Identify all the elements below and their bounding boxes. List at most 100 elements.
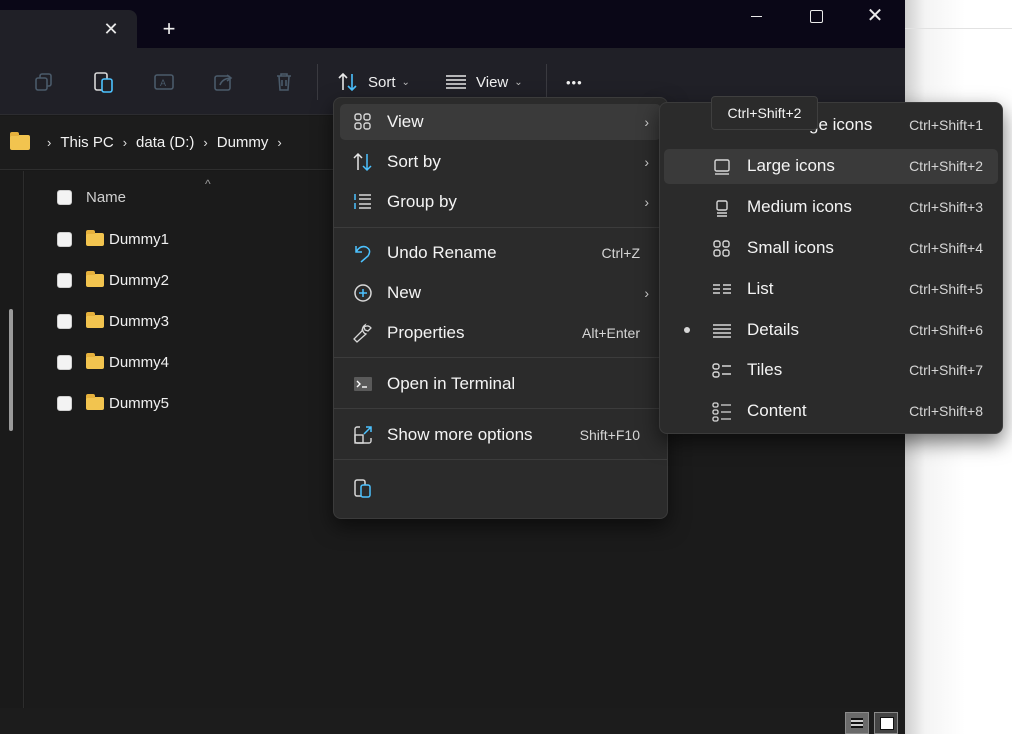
- chevron-right-icon: ›: [644, 194, 649, 210]
- select-all-checkbox[interactable]: [57, 189, 72, 205]
- column-header-label: Name: [86, 188, 127, 206]
- submenu-item-shortcut: Ctrl+Shift+5: [909, 281, 983, 297]
- menu-item-group-by[interactable]: Group by ›: [340, 184, 661, 220]
- chevron-right-icon[interactable]: ›: [203, 135, 207, 150]
- folder-icon: [10, 132, 30, 150]
- menu-item-label: Undo Rename: [387, 243, 497, 262]
- submenu-item-list[interactable]: List Ctrl+Shift+5: [664, 272, 998, 307]
- folder-icon: [86, 393, 104, 410]
- nav-scrollbar[interactable]: [9, 309, 13, 431]
- item-checkbox[interactable]: [57, 231, 72, 247]
- menu-item-shortcut: Alt+Enter: [582, 325, 640, 341]
- breadcrumb-data-drive[interactable]: data (D:): [136, 134, 194, 151]
- list-item[interactable]: Dummy1: [57, 226, 169, 252]
- new-tab-button[interactable]: +: [158, 18, 180, 40]
- new-icon: [352, 282, 374, 304]
- menu-divider: [334, 459, 667, 460]
- rename-icon: A: [152, 70, 176, 94]
- paste-icon: [92, 70, 116, 94]
- item-name: Dummy3: [109, 312, 170, 330]
- item-checkbox[interactable]: [57, 354, 72, 370]
- share-button[interactable]: [212, 68, 236, 96]
- submenu-item-shortcut: Ctrl+Shift+3: [909, 199, 983, 215]
- wrench-icon: [352, 322, 374, 344]
- menu-item-properties[interactable]: Properties Alt+Enter: [340, 315, 661, 351]
- menu-item-label: New: [387, 283, 422, 302]
- submenu-item-label: List: [747, 279, 774, 298]
- breadcrumb-this-pc[interactable]: This PC: [60, 134, 113, 151]
- menu-item-shortcut: Ctrl+Z: [601, 245, 641, 261]
- list-item[interactable]: Dummy3: [57, 308, 169, 334]
- view-button[interactable]: View ⌄: [444, 68, 523, 96]
- sort-icon: [336, 70, 360, 94]
- menu-item-sort-by[interactable]: Sort by ›: [340, 144, 661, 180]
- submenu-item-shortcut: Ctrl+Shift+6: [909, 322, 983, 338]
- title-bar: ✕ + ✕: [0, 0, 905, 48]
- submenu-item-medium-icons[interactable]: Medium icons Ctrl+Shift+3: [664, 190, 998, 225]
- rename-button[interactable]: A: [152, 68, 176, 96]
- menu-divider: [334, 227, 667, 228]
- close-button[interactable]: ✕: [855, 4, 895, 28]
- menu-item-new[interactable]: New ›: [340, 275, 661, 311]
- sort-button[interactable]: Sort ⌄: [336, 68, 410, 96]
- submenu-item-content[interactable]: Content Ctrl+Shift+8: [664, 394, 998, 429]
- sort-icon: [352, 151, 374, 173]
- small-icons-icon: [712, 239, 732, 259]
- menu-item-show-more-options[interactable]: Show more options Shift+F10: [340, 417, 661, 453]
- item-checkbox[interactable]: [57, 313, 72, 329]
- content-icon: [712, 402, 732, 422]
- see-more-button[interactable]: •••: [566, 68, 583, 96]
- menu-item-open-in-terminal[interactable]: Open in Terminal: [340, 366, 661, 402]
- details-view-toggle[interactable]: [845, 712, 869, 734]
- navigation-pane: [0, 171, 24, 708]
- item-checkbox[interactable]: [57, 272, 72, 288]
- list-item[interactable]: Dummy2: [57, 267, 169, 293]
- tiles-icon: [712, 361, 732, 381]
- menu-item-label: Sort by: [387, 152, 441, 171]
- maximize-button[interactable]: [796, 4, 836, 28]
- submenu-item-details[interactable]: Details Ctrl+Shift+6: [664, 313, 998, 348]
- menu-item-label: Properties: [387, 323, 465, 342]
- breadcrumb-dummy[interactable]: Dummy: [217, 134, 269, 151]
- column-header-name[interactable]: Name: [57, 185, 126, 209]
- menu-item-view[interactable]: View ›: [340, 104, 661, 140]
- status-bar: [0, 708, 905, 734]
- tab-close-button[interactable]: ✕: [100, 18, 122, 40]
- paste-button[interactable]: [92, 68, 116, 96]
- chevron-down-icon: ⌄: [401, 76, 410, 88]
- submenu-item-shortcut: Ctrl+Shift+1: [909, 117, 983, 133]
- item-checkbox[interactable]: [57, 395, 72, 411]
- undo-icon: [352, 242, 374, 264]
- minimize-button[interactable]: [737, 4, 777, 28]
- submenu-item-shortcut: Ctrl+Shift+8: [909, 403, 983, 419]
- menu-paste-button[interactable]: [340, 470, 380, 506]
- tab-current[interactable]: ✕: [0, 10, 137, 48]
- submenu-item-label: Content: [747, 401, 807, 420]
- view-label: View: [476, 73, 509, 91]
- group-icon: [352, 191, 374, 213]
- toolbar-divider: [317, 64, 318, 100]
- menu-item-label: Open in Terminal: [387, 374, 516, 393]
- list-item[interactable]: Dummy5: [57, 390, 169, 416]
- submenu-item-tiles[interactable]: Tiles Ctrl+Shift+7: [664, 353, 998, 388]
- chevron-right-icon[interactable]: ›: [123, 135, 127, 150]
- folder-icon: [86, 311, 104, 328]
- submenu-item-large-icons[interactable]: Large icons Ctrl+Shift+2: [664, 149, 998, 184]
- submenu-item-shortcut: Ctrl+Shift+4: [909, 240, 983, 256]
- list-item[interactable]: Dummy4: [57, 349, 169, 375]
- sort-ascending-icon: ^: [205, 177, 211, 191]
- large-icons-view-toggle[interactable]: [874, 712, 898, 734]
- delete-icon: [272, 70, 296, 94]
- copy-icon: [32, 70, 56, 94]
- item-name: Dummy4: [109, 353, 170, 371]
- item-name: Dummy2: [109, 271, 170, 289]
- delete-button[interactable]: [272, 68, 296, 96]
- copy-button[interactable]: [32, 68, 56, 96]
- menu-item-undo-rename[interactable]: Undo Rename Ctrl+Z: [340, 235, 661, 271]
- submenu-item-small-icons[interactable]: Small icons Ctrl+Shift+4: [664, 231, 998, 266]
- paste-icon: [352, 477, 374, 499]
- chevron-right-icon[interactable]: ›: [47, 135, 51, 150]
- folder-icon: [86, 352, 104, 369]
- chevron-right-icon[interactable]: ›: [277, 135, 281, 150]
- menu-item-shortcut: Shift+F10: [579, 427, 640, 443]
